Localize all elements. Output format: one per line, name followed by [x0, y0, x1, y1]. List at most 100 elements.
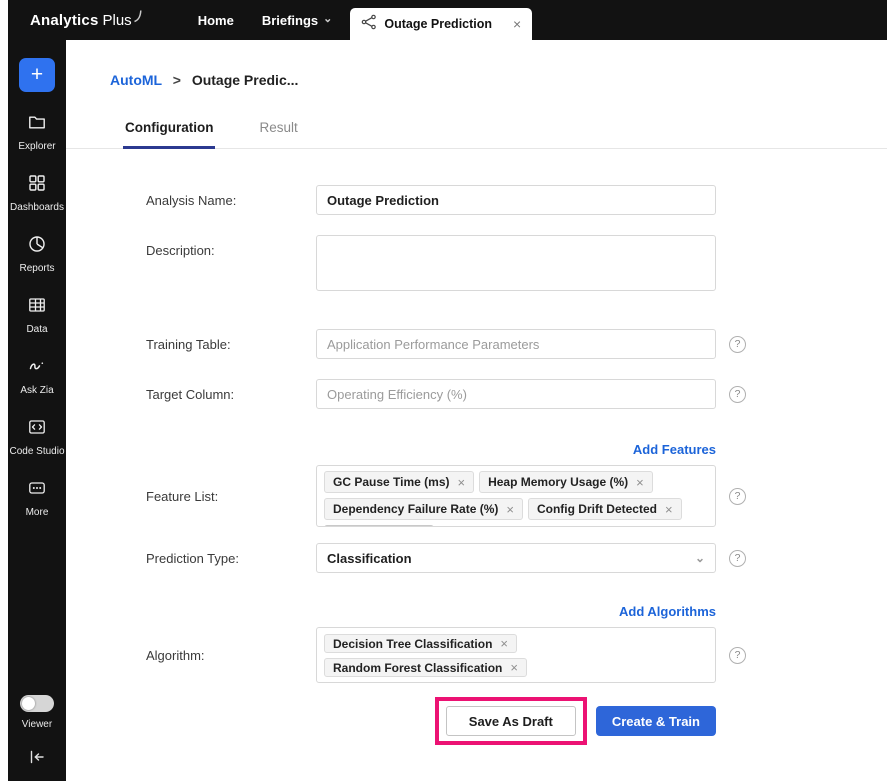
algorithm-label: Algorithm: [146, 647, 205, 663]
toggle-knob [22, 697, 35, 710]
chip-label: Heap Memory Usage (%) [488, 475, 629, 489]
chip: Random Forest Classification × [324, 658, 527, 677]
prediction-type-value: Classification [327, 550, 412, 566]
feature-list-box[interactable]: GC Pause Time (ms) × Heap Memory Usage (%)… [316, 465, 716, 527]
chip-label: Decision Tree Classification [333, 636, 493, 651]
sidebar-item-ask-zia[interactable]: Ask Zia [8, 356, 66, 397]
help-icon[interactable]: ? [729, 549, 746, 567]
sidebar-item-more[interactable]: More [8, 478, 66, 519]
more-icon [27, 478, 47, 502]
automl-config-form: Analysis Name: Description: Training Tab… [66, 149, 887, 745]
close-icon[interactable]: × [513, 16, 521, 32]
prediction-type-select[interactable]: Classification ⌄ [316, 543, 716, 573]
sidebar-item-dashboards[interactable]: Dashboards [8, 173, 66, 214]
create-new-button[interactable]: + [19, 58, 55, 92]
chip-remove-icon[interactable]: × [636, 475, 644, 490]
chip-remove-icon[interactable]: × [506, 502, 514, 517]
prediction-type-label: Prediction Type: [146, 550, 239, 566]
tab-label: Outage Prediction [384, 17, 493, 31]
chevron-down-icon: ⌄ [694, 551, 705, 565]
chip-remove-icon[interactable]: × [665, 502, 673, 517]
chip: Config Drift Detected × [527, 498, 682, 520]
nav-briefings[interactable]: Briefings ⌄ [262, 13, 333, 28]
feature-list-row: Feature List: GC Pause Time (ms) × Heap Me… [146, 465, 887, 527]
chip-remove-icon[interactable]: × [457, 475, 465, 490]
analysis-name-input[interactable] [316, 185, 716, 215]
training-table-label: Training Table: [146, 336, 231, 352]
sidebar-item-reports[interactable]: Reports [8, 234, 66, 275]
help-icon[interactable]: ? [729, 385, 746, 403]
chip-label: Config Drift Detected [536, 502, 657, 516]
sidebar-item-explorer[interactable]: Explorer [8, 112, 66, 153]
add-features-link[interactable]: Add Features [633, 442, 716, 457]
chip-label: Random Forest Classification [333, 660, 503, 675]
description-label: Description: [146, 243, 215, 258]
algorithm-box[interactable]: Decision Tree Classification × Random Fore… [316, 627, 716, 683]
grid-icon [27, 173, 47, 197]
analysis-name-label: Analysis Name: [146, 192, 237, 208]
zia-icon [27, 356, 47, 380]
breadcrumb: AutoML > Outage Predic... [66, 40, 887, 88]
sidebar-bottom: Viewer [20, 695, 54, 781]
tab-bar: Configuration Result [66, 120, 887, 149]
viewer-label: Viewer [21, 719, 53, 730]
viewer-toggle[interactable] [20, 695, 54, 712]
tab-result[interactable]: Result [259, 120, 297, 148]
brand-name: Analytics [30, 12, 99, 29]
code-icon [27, 417, 47, 441]
brand-logo[interactable]: Analytics Plus [30, 9, 142, 29]
tab-configuration[interactable]: Configuration [122, 120, 216, 149]
sidebar-item-label: Explorer [18, 141, 56, 152]
tab-outage-prediction[interactable]: Outage Prediction × [350, 8, 533, 40]
training-table-input[interactable] [316, 329, 716, 359]
description-input[interactable] [316, 235, 716, 291]
help-icon[interactable]: ? [729, 646, 746, 664]
sidebar-item-label: More [25, 507, 49, 518]
description-row: Description: [146, 235, 887, 291]
breadcrumb-automl-link[interactable]: AutoML [110, 72, 162, 88]
chip: Decision Tree Classification × [324, 634, 517, 653]
add-algorithms-row: Add Algorithms [316, 603, 716, 621]
brand-swoosh-icon [133, 9, 142, 27]
save-as-draft-button[interactable]: Save As Draft [445, 706, 576, 736]
nav-briefings-label: Briefings [261, 12, 319, 28]
automl-icon [361, 14, 377, 35]
chip: Dependency Failure Rate (%) × [324, 498, 523, 520]
chip-remove-icon[interactable]: × [510, 660, 518, 675]
form-actions: Save As Draft Create & Train [316, 697, 716, 745]
table-icon [27, 295, 47, 319]
target-column-label: Target Column: [146, 386, 235, 402]
sidebar-item-label: Code Studio [9, 446, 65, 457]
folder-icon [27, 112, 47, 136]
annotation-highlight: Save As Draft [434, 697, 587, 745]
top-nav: Home Briefings ⌄ [198, 13, 333, 28]
add-algorithms-link[interactable]: Add Algorithms [619, 604, 716, 619]
help-icon[interactable]: ? [729, 335, 746, 353]
breadcrumb-separator: > [172, 72, 181, 88]
topbar: Analytics Plus Home Briefings ⌄ Outage P… [8, 0, 887, 40]
add-features-row: Add Features [316, 441, 716, 459]
training-table-row: Training Table: ? [146, 329, 887, 359]
sidebar-item-label: Reports [19, 263, 55, 274]
main-content: AutoML > Outage Predic... Configuration … [66, 40, 887, 781]
target-column-row: Target Column: ? [146, 379, 887, 409]
target-column-input[interactable] [316, 379, 716, 409]
algorithm-row: Algorithm: Decision Tree Classification ×… [146, 627, 887, 683]
create-and-train-button[interactable]: Create & Train [595, 706, 716, 736]
chip: Heap Memory Usage (%) × [479, 471, 653, 493]
sidebar-item-label: Ask Zia [20, 385, 54, 396]
help-icon[interactable]: ? [729, 487, 746, 505]
collapse-sidebar-icon[interactable] [28, 750, 46, 769]
sidebar-item-label: Dashboards [10, 202, 64, 213]
pie-chart-icon [27, 234, 47, 258]
sidebar-item-code-studio[interactable]: Code Studio [8, 417, 66, 458]
prediction-type-row: Prediction Type: Classification ⌄ ? [146, 543, 887, 573]
sidebar: + Explorer Dashboards Reports Data Ask Z… [8, 40, 66, 781]
sidebar-item-data[interactable]: Data [8, 295, 66, 336]
chip: GC Pause Time (ms) × [324, 471, 475, 493]
nav-home[interactable]: Home [198, 13, 234, 28]
feature-list-label: Feature List: [146, 488, 219, 504]
chip-remove-icon[interactable]: × [500, 636, 508, 651]
window-edge [0, 0, 8, 781]
chevron-down-icon: ⌄ [323, 13, 333, 25]
